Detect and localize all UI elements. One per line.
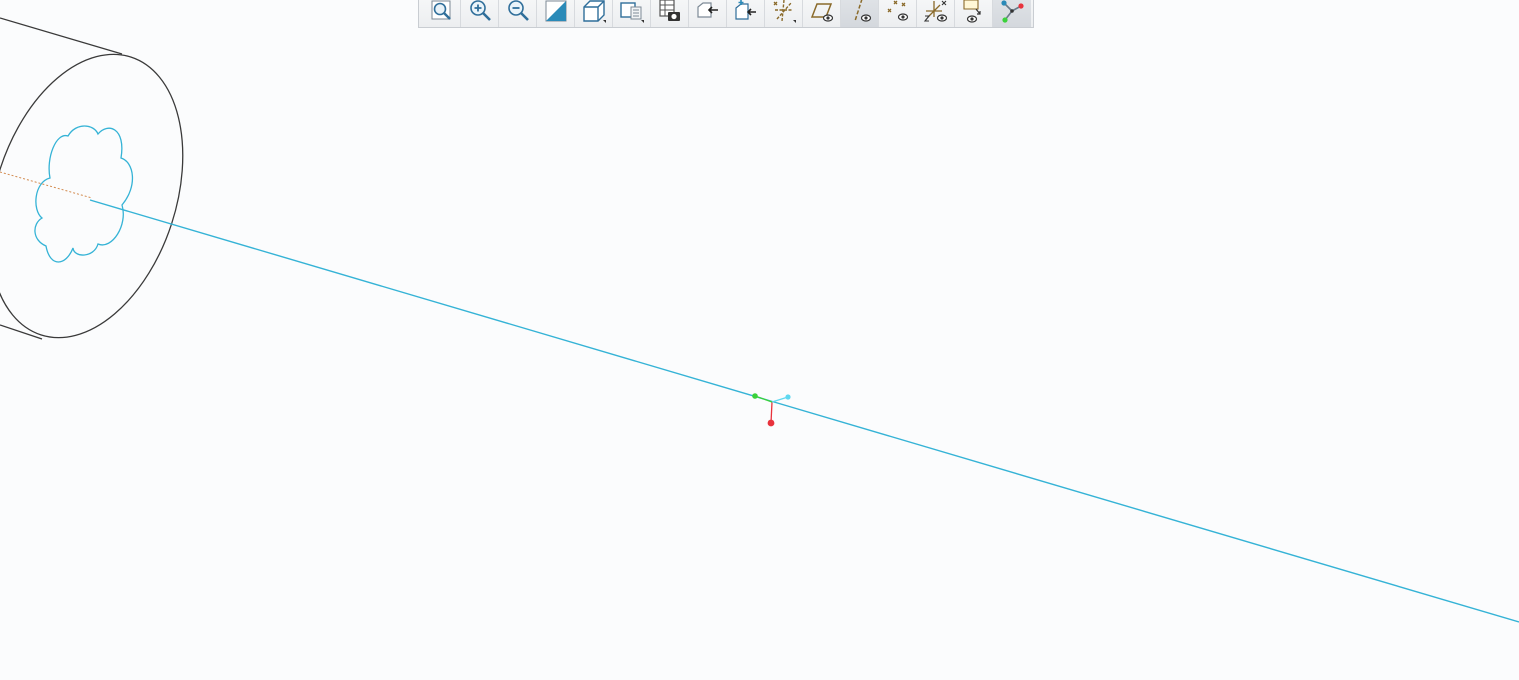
repaint-icon xyxy=(545,0,566,21)
datum-display-filters-button[interactable] xyxy=(765,0,803,27)
saved-orientations-icon xyxy=(619,1,644,23)
section-button[interactable] xyxy=(689,0,727,27)
triad-x-handle[interactable] xyxy=(767,419,775,427)
section-add-button[interactable] xyxy=(727,0,765,27)
spin-center-button[interactable] xyxy=(993,0,1031,27)
section-icon xyxy=(696,1,718,18)
triad-y-handle[interactable] xyxy=(752,393,758,399)
graphics-toolbar xyxy=(418,0,1034,28)
annotation-display-icon xyxy=(962,0,981,23)
plane-display-button[interactable] xyxy=(803,0,841,27)
plane-display-icon xyxy=(810,2,833,22)
zoom-out-button[interactable] xyxy=(499,0,537,27)
zoom-in-button[interactable] xyxy=(461,0,499,27)
flower-sketch-profile[interactable] xyxy=(34,125,134,263)
refit-button[interactable] xyxy=(423,0,461,27)
zoom-out-icon xyxy=(507,0,529,21)
display-style-button[interactable] xyxy=(575,0,613,27)
datum-display-filters-icon xyxy=(773,0,796,23)
display-style-icon xyxy=(582,0,606,23)
datum-axis-line[interactable] xyxy=(0,171,93,199)
coordinate-triad[interactable] xyxy=(752,393,791,427)
refit-icon xyxy=(431,0,451,20)
point-display-button[interactable] xyxy=(879,0,917,27)
csys-display-icon xyxy=(923,0,947,22)
view-manager-button[interactable] xyxy=(651,0,689,27)
graphics-viewport[interactable] xyxy=(0,0,1519,680)
annotation-display-button[interactable] xyxy=(955,0,993,27)
section-add-icon xyxy=(734,0,756,20)
model-scene[interactable] xyxy=(0,0,1519,680)
csys-display-button[interactable] xyxy=(917,0,955,27)
spin-center-icon xyxy=(1001,0,1024,23)
cylinder-end-face[interactable] xyxy=(0,29,217,362)
zoom-in-icon xyxy=(469,0,491,21)
trajectory-line[interactable] xyxy=(89,199,1519,623)
axis-display-icon xyxy=(853,0,871,22)
triad-z-handle[interactable] xyxy=(785,394,791,400)
cylinder-bottom-edge xyxy=(0,324,43,340)
axis-display-button[interactable] xyxy=(841,0,879,27)
cylinder-top-edge xyxy=(0,17,123,55)
point-display-icon xyxy=(887,0,908,21)
view-manager-icon xyxy=(658,0,680,21)
saved-orientations-button[interactable] xyxy=(613,0,651,27)
repaint-button[interactable] xyxy=(537,0,575,27)
